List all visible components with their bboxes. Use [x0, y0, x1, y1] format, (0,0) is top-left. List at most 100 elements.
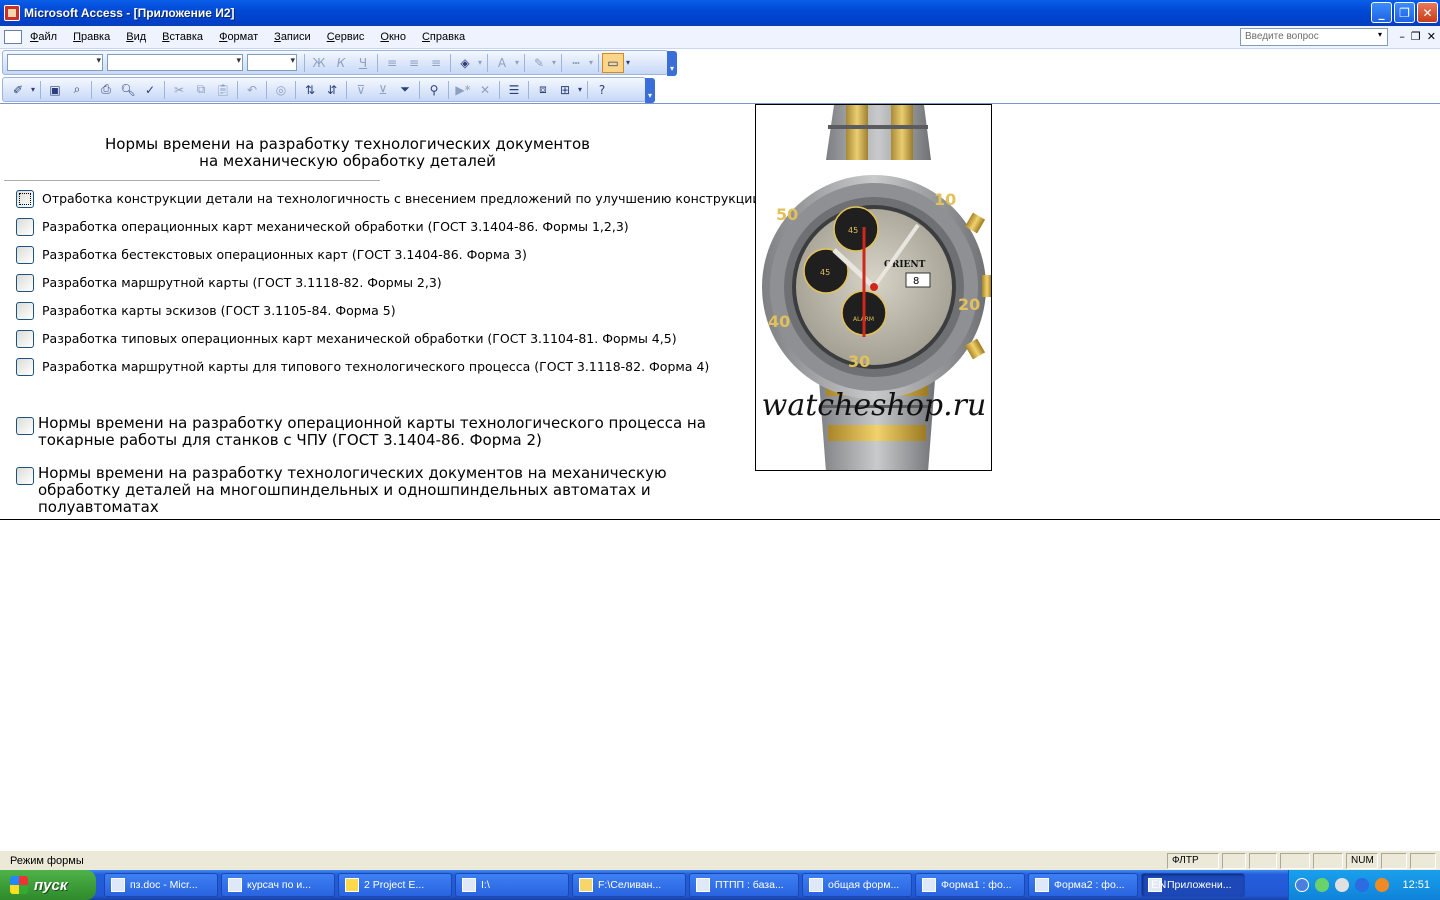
file-search-icon[interactable]: ⌕ [66, 80, 88, 100]
taskbar-item[interactable]: 2 Project E... [338, 873, 452, 897]
hyperlink-icon[interactable]: ◎ [270, 80, 292, 100]
find-icon[interactable]: ⚲ [423, 80, 445, 100]
toolbar-options-icon[interactable]: ▾ [667, 51, 677, 76]
italic-button[interactable]: К [330, 53, 352, 73]
checkbox[interactable] [16, 358, 34, 376]
form-icon[interactable] [4, 30, 22, 44]
option-checkbox-row[interactable]: Разработка карты эскизов (ГОСТ 3.1105-84… [16, 302, 396, 320]
option-checkbox-row[interactable]: Нормы времени на разработку технологичес… [16, 465, 743, 516]
checkbox[interactable] [16, 190, 34, 208]
taskbar-item[interactable]: I:\ [455, 873, 569, 897]
print-preview-icon[interactable]: 🔍︎ [117, 80, 139, 100]
option-checkbox-row[interactable]: Разработка маршрутной карты для типового… [16, 358, 709, 376]
chevron-down-icon[interactable]: ▾ [624, 53, 632, 73]
save-icon[interactable]: ▣ [44, 80, 66, 100]
align-center-icon[interactable]: ≡ [403, 53, 425, 73]
database-window-icon[interactable]: ⧈ [532, 80, 554, 100]
filter-by-selection-icon[interactable]: ⊽ [350, 80, 372, 100]
arrow-left-icon[interactable] [1295, 878, 1309, 892]
menu-file[interactable]: Файл [22, 31, 65, 43]
menu-view[interactable]: Вид [118, 31, 154, 43]
design-view-icon[interactable]: ✐ [7, 80, 29, 100]
network-icon[interactable] [1315, 878, 1329, 892]
toolbar-options-icon[interactable]: ▾ [645, 78, 655, 103]
mdi-restore-icon[interactable]: ❐ [1411, 30, 1421, 43]
chevron-down-icon[interactable]: ▾ [550, 53, 558, 73]
print-icon[interactable]: ⎙ [95, 80, 117, 100]
sort-ascending-icon[interactable]: ⇅ [299, 80, 321, 100]
monitor-icon[interactable] [1335, 878, 1349, 892]
cut-icon[interactable]: ✂ [168, 80, 190, 100]
start-button[interactable]: пуск [0, 870, 96, 900]
line-color-icon[interactable]: ✎ [528, 53, 550, 73]
filter-by-form-icon[interactable]: ⊻ [372, 80, 394, 100]
taskbar-item[interactable]: Форма2 : фо... [1028, 873, 1138, 897]
checkbox[interactable] [16, 218, 34, 236]
properties-icon[interactable]: ☰ [503, 80, 525, 100]
taskbar-item[interactable]: общая форм... [802, 873, 912, 897]
menu-help[interactable]: Справка [414, 31, 473, 43]
fill-color-icon[interactable]: ◈ [454, 53, 476, 73]
object-combo[interactable] [7, 54, 103, 71]
line-width-icon[interactable]: ┅ [565, 53, 587, 73]
taskbar-item[interactable]: пз.doc - Micr... [104, 873, 218, 897]
help-search-input[interactable]: Введите вопрос ▾ [1240, 28, 1388, 46]
taskbar-item[interactable]: ПТПП : база... [689, 873, 799, 897]
bold-button[interactable]: Ж [308, 53, 330, 73]
new-record-icon[interactable]: ▶* [452, 80, 474, 100]
menu-insert[interactable]: Вставка [154, 31, 211, 43]
option-checkbox-row[interactable]: Разработка маршрутной карты (ГОСТ 3.1118… [16, 274, 442, 292]
option-checkbox-row[interactable]: Разработка бестекстовых операционных кар… [16, 246, 527, 264]
apply-filter-icon[interactable]: ⏷ [394, 80, 416, 100]
taskbar-item[interactable]: Форма1 : фо... [915, 873, 1025, 897]
taskbar-item[interactable]: F:\Селиван... [572, 873, 686, 897]
underline-button[interactable]: Ч [352, 53, 374, 73]
option-checkbox-row[interactable]: Отработка конструкции детали на технолог… [16, 190, 761, 208]
font-combo[interactable] [107, 54, 243, 71]
special-effect-icon[interactable]: ▭ [602, 52, 624, 73]
menu-format[interactable]: Формат [211, 31, 266, 43]
checkbox[interactable] [16, 330, 34, 348]
checkbox[interactable] [16, 274, 34, 292]
menu-records[interactable]: Записи [266, 31, 319, 43]
language-indicator[interactable]: EN [1151, 879, 1166, 891]
undo-icon[interactable]: ↶ [241, 80, 263, 100]
access-app-icon[interactable] [4, 5, 20, 21]
chevron-down-icon[interactable]: ▾ [513, 53, 521, 73]
paste-icon[interactable]: 📋︎ [212, 80, 234, 100]
close-button[interactable]: ✕ [1417, 2, 1438, 23]
menu-tools[interactable]: Сервис [319, 31, 373, 43]
spelling-icon[interactable]: ✓ [139, 80, 161, 100]
option-checkbox-row[interactable]: Разработка операционных карт механическо… [16, 218, 629, 236]
checkbox[interactable] [16, 417, 34, 435]
checkbox[interactable] [16, 302, 34, 320]
copy-icon[interactable]: ⧉ [190, 80, 212, 100]
option-checkbox-row[interactable]: Разработка типовых операционных карт мех… [16, 330, 677, 348]
minimize-button[interactable]: _ [1371, 2, 1392, 23]
checkbox[interactable] [16, 246, 34, 264]
delete-record-icon[interactable]: ✕ [474, 80, 496, 100]
bluetooth-icon[interactable] [1355, 878, 1369, 892]
chevron-down-icon[interactable]: ▾ [576, 80, 584, 100]
taskbar-item[interactable]: курсач по и... [221, 873, 335, 897]
mdi-minimize-icon[interactable]: – [1399, 30, 1405, 43]
restore-button[interactable]: ❐ [1394, 2, 1415, 23]
font-size-combo[interactable] [247, 54, 297, 71]
help-icon[interactable]: ? [591, 80, 613, 100]
mdi-close-icon[interactable]: ✕ [1427, 30, 1436, 43]
new-object-icon[interactable]: ⊞ [554, 80, 576, 100]
chevron-down-icon[interactable]: ▾ [587, 53, 595, 73]
svg-text:45: 45 [848, 226, 858, 235]
font-color-icon[interactable]: A [491, 53, 513, 73]
antivirus-icon[interactable] [1375, 878, 1389, 892]
align-left-icon[interactable]: ≡ [381, 53, 403, 73]
chevron-down-icon[interactable]: ▾ [476, 53, 484, 73]
align-right-icon[interactable]: ≡ [425, 53, 447, 73]
menu-edit[interactable]: Правка [65, 31, 118, 43]
chevron-down-icon[interactable]: ▾ [29, 80, 37, 100]
checkbox[interactable] [16, 467, 34, 485]
sort-descending-icon[interactable]: ⇵ [321, 80, 343, 100]
option-checkbox-row[interactable]: Нормы времени на разработку операционной… [16, 415, 743, 449]
chevron-down-icon[interactable]: ▾ [1374, 30, 1386, 44]
menu-window[interactable]: Окно [372, 31, 414, 43]
